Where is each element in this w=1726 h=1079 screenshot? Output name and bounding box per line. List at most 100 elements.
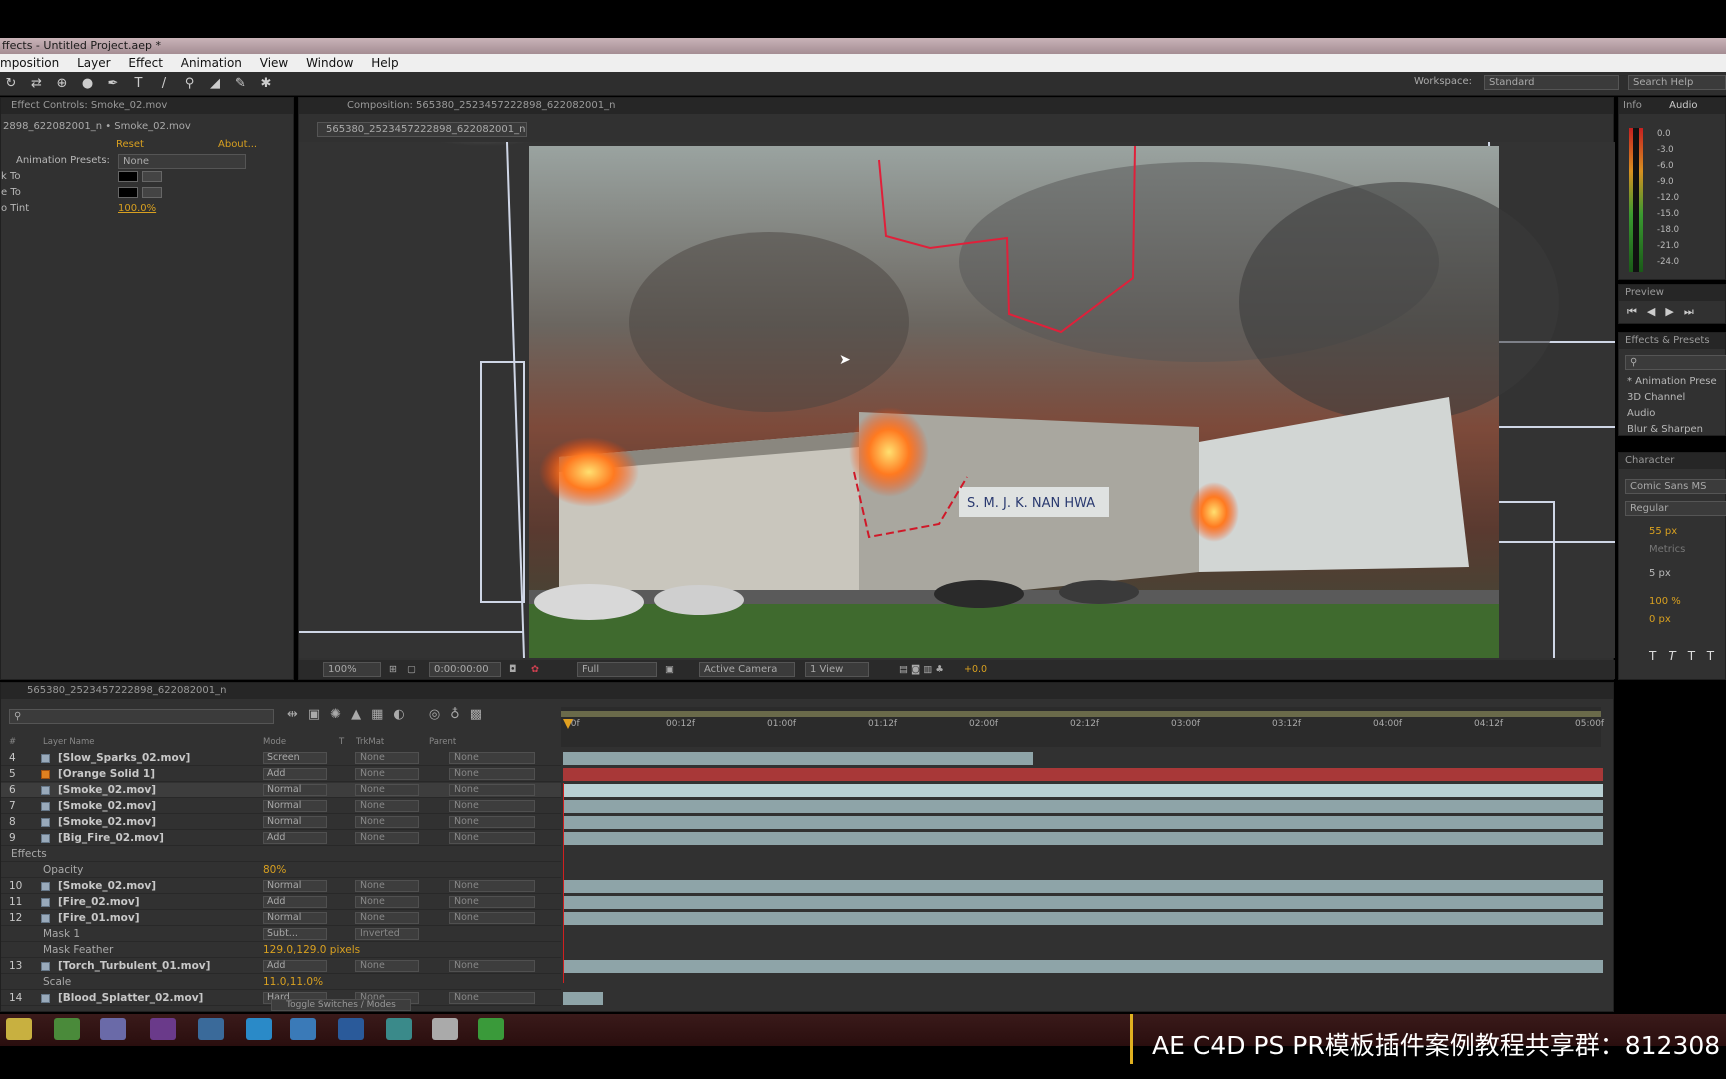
layer-name[interactable]: Scale xyxy=(43,975,71,990)
effects-presets-tab[interactable]: Effects & Presets xyxy=(1619,333,1725,349)
time-ruler[interactable]: 00f 00:12f 01:00f 01:12f 02:00f 02:12f 03:00f 0… xyxy=(561,707,1604,747)
layer-mode-select[interactable]: Normal xyxy=(263,784,327,796)
parent-select[interactable]: None xyxy=(449,832,535,844)
text-style-buttons[interactable]: TTTT xyxy=(1649,649,1726,663)
search-help-input[interactable]: Search Help xyxy=(1628,75,1726,90)
track-matte-select[interactable]: None xyxy=(355,880,419,892)
viewer-area[interactable]: S. M. J. K. NAN HWA ➤ xyxy=(299,142,1615,658)
property-row[interactable]: Mask 1 Subt... Inverted xyxy=(1,927,561,942)
skype-icon[interactable] xyxy=(246,1018,272,1040)
property-row[interactable]: Opacity 80% xyxy=(1,863,561,878)
parent-select[interactable]: None xyxy=(449,992,535,1004)
preset-item[interactable]: * Animation Prese xyxy=(1627,375,1726,389)
about-link[interactable]: About... xyxy=(218,138,278,152)
app-icon[interactable] xyxy=(386,1018,412,1040)
playback-controls[interactable]: ⏮◀▶⏭ xyxy=(1627,305,1704,319)
text-icon[interactable]: T xyxy=(130,75,148,93)
layer-name[interactable]: [Orange Solid 1] xyxy=(58,767,155,782)
after-effects-icon[interactable] xyxy=(100,1018,126,1040)
zoom-select[interactable]: 100% xyxy=(323,662,381,677)
mask-visibility-icon[interactable]: ▢ xyxy=(407,660,416,679)
effects-search-input[interactable]: ⚲ xyxy=(1625,355,1726,370)
layer-row[interactable]: 8 [Smoke_02.mov] Normal None None xyxy=(1,815,561,830)
layer-mode-select[interactable]: Normal xyxy=(263,800,327,812)
composition-viewer[interactable]: S. M. J. K. NAN HWA xyxy=(299,142,1615,658)
menu-help[interactable]: Help xyxy=(371,56,398,70)
parent-select[interactable]: None xyxy=(449,816,535,828)
layer-row[interactable]: 11 [Fire_02.mov] Add None None xyxy=(1,895,561,910)
parent-select[interactable]: None xyxy=(449,752,535,764)
layer-name[interactable]: [Big_Fire_02.mov] xyxy=(58,831,164,846)
menu-view[interactable]: View xyxy=(260,56,288,70)
layer-row[interactable]: 9 [Big_Fire_02.mov] Add None None xyxy=(1,831,561,846)
puppet-pin-icon[interactable]: ✱ xyxy=(257,75,275,93)
premiere-icon[interactable] xyxy=(150,1018,176,1040)
pan-behind-icon[interactable]: ⊕ xyxy=(53,75,71,93)
preset-item[interactable]: 3D Channel xyxy=(1627,391,1726,405)
layer-mode-select[interactable]: Normal xyxy=(263,912,327,924)
timeline-tab[interactable]: 565380_2523457222898_622082001_n xyxy=(1,683,1613,699)
track-matte-select[interactable]: None xyxy=(355,960,419,972)
exposure-value[interactable]: +0.0 xyxy=(964,660,987,679)
parent-select[interactable]: None xyxy=(449,768,535,780)
fast-previews-icon[interactable]: ▤ ◙ ▥ ♣ xyxy=(899,660,944,679)
property-value[interactable]: 129.0,129.0 pixels xyxy=(263,943,360,958)
layer-duration-bar[interactable] xyxy=(563,784,1603,797)
track-matte-select[interactable]: None xyxy=(355,784,419,796)
vertical-scale-value[interactable]: 100 % xyxy=(1649,595,1726,609)
layer-mode-select[interactable]: Screen xyxy=(263,752,327,764)
current-time[interactable]: 0:00:00:00 xyxy=(429,662,501,677)
layer-row[interactable]: 10 [Smoke_02.mov] Normal None None xyxy=(1,879,561,894)
menu-layer[interactable]: Layer xyxy=(77,56,110,70)
app-icon[interactable] xyxy=(338,1018,364,1040)
track-matte-select[interactable]: None xyxy=(355,768,419,780)
timeline-switches[interactable]: ⇹▣✺▲▦◐ ◎♁▩ xyxy=(287,707,492,722)
menu-composition[interactable]: mposition xyxy=(0,56,59,70)
layer-duration-bar[interactable] xyxy=(563,896,1603,909)
parent-select[interactable]: None xyxy=(449,960,535,972)
layer-duration-bar[interactable] xyxy=(563,832,1603,845)
parent-select[interactable]: None xyxy=(449,912,535,924)
layer-name[interactable]: [Smoke_02.mov] xyxy=(58,783,156,798)
layer-duration-bar[interactable] xyxy=(563,912,1603,925)
layer-name[interactable]: [Smoke_02.mov] xyxy=(58,879,156,894)
track-matte-select[interactable]: None xyxy=(355,800,419,812)
roto-brush-icon[interactable]: ✎ xyxy=(232,75,250,93)
preset-item[interactable]: Audio xyxy=(1627,407,1726,421)
app-icon[interactable] xyxy=(290,1018,316,1040)
parent-select[interactable]: None xyxy=(449,800,535,812)
property-value[interactable]: 80% xyxy=(263,863,286,878)
effect-controls-tab[interactable]: Effect Controls: Smoke_02.mov xyxy=(1,98,293,114)
layer-mode-select[interactable]: Add xyxy=(263,832,327,844)
layer-duration-bar[interactable] xyxy=(563,992,603,1005)
clone-stamp-icon[interactable]: ⚲ xyxy=(181,75,199,93)
layer-row[interactable]: 7 [Smoke_02.mov] Normal None None xyxy=(1,799,561,814)
grid-icon[interactable]: ⊞ xyxy=(389,660,397,679)
menu-effect[interactable]: Effect xyxy=(128,56,163,70)
layer-row[interactable]: 12 [Fire_01.mov] Normal None None xyxy=(1,911,561,926)
parent-select[interactable]: None xyxy=(449,880,535,892)
layer-name[interactable]: [Fire_02.mov] xyxy=(58,895,140,910)
color-channels-icon[interactable]: ✿ xyxy=(531,660,539,679)
tab-info[interactable]: Info xyxy=(1623,100,1642,111)
menu-window[interactable]: Window xyxy=(306,56,353,70)
layer-name[interactable]: Opacity xyxy=(43,863,83,878)
layer-duration-bar[interactable] xyxy=(563,800,1603,813)
reset-link[interactable]: Reset xyxy=(116,138,156,152)
eraser-icon[interactable]: ◢ xyxy=(206,75,224,93)
font-family-select[interactable]: Comic Sans MS xyxy=(1625,479,1726,494)
track-matte-select[interactable]: None xyxy=(355,832,419,844)
track-matte-select[interactable]: None xyxy=(355,752,419,764)
parent-select[interactable]: None xyxy=(449,896,535,908)
tab-audio[interactable]: Audio xyxy=(1669,100,1697,111)
layer-mode-select[interactable]: Add xyxy=(263,960,327,972)
kerning-value[interactable]: Metrics xyxy=(1649,543,1726,557)
layer-name[interactable]: [Smoke_02.mov] xyxy=(58,815,156,830)
property-row[interactable]: Mask Feather 129.0,129.0 pixels xyxy=(1,943,561,958)
property-value[interactable]: 11.0,11.0% xyxy=(263,975,323,990)
stroke-width-value[interactable]: 5 px xyxy=(1649,567,1726,581)
parent-select[interactable]: None xyxy=(449,784,535,796)
layer-mode-select[interactable]: Normal xyxy=(263,816,327,828)
app-icon[interactable] xyxy=(478,1018,504,1040)
layer-name[interactable]: [Slow_Sparks_02.mov] xyxy=(58,751,190,766)
